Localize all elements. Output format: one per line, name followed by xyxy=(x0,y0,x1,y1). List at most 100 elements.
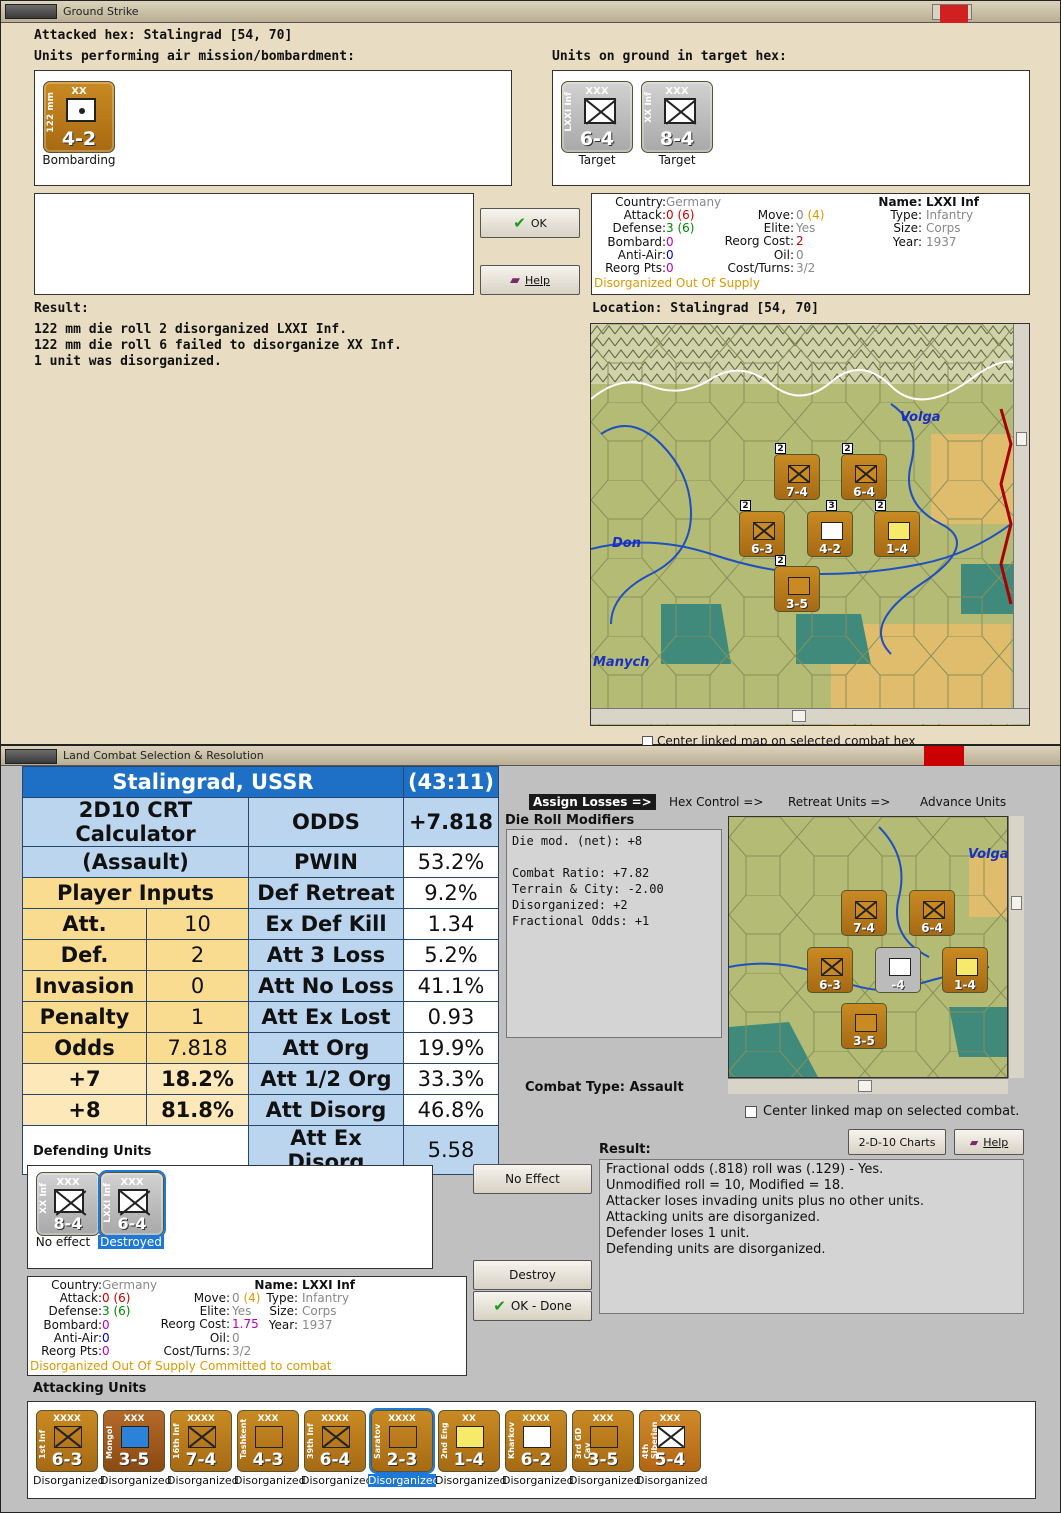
checkmark-icon: ✔ xyxy=(493,1297,506,1315)
map-unit-target[interactable]: -4 xyxy=(875,947,921,993)
ground-strike-titlebar[interactable]: Ground Strike xyxy=(1,1,1060,23)
map-unit[interactable]: 6-4 xyxy=(909,890,955,936)
year-label: Year: xyxy=(892,234,922,249)
tab-advance-units[interactable]: Advance Units xyxy=(920,795,1006,809)
tab-retreat-units[interactable]: Retreat Units => xyxy=(788,795,890,809)
unit-strength: 6-3 xyxy=(819,978,841,992)
result-line: 1 unit was disorganized. xyxy=(34,354,222,369)
defender-counter-2[interactable]: XXX LXXI Inf 6-4 xyxy=(98,1170,166,1238)
crt-value: 41.1% xyxy=(402,970,500,1002)
scroll-thumb[interactable] xyxy=(792,710,806,722)
map-unit[interactable]: 3-5 xyxy=(841,1003,887,1049)
scroll-thumb[interactable] xyxy=(858,1080,872,1092)
unit-strength: 7-4 xyxy=(853,921,875,935)
defending-units-panel: XXX XX Inf 8-4 No effect XXX LXXI Inf 6-… xyxy=(27,1165,433,1269)
tab-hex-control[interactable]: Hex Control => xyxy=(669,795,763,809)
combat-map-hscroll[interactable] xyxy=(728,1078,1008,1094)
map-unit[interactable]: 2 3-5 xyxy=(774,555,820,612)
attacker-counter[interactable]: XXXX 16th Inf 7-4 xyxy=(170,1410,232,1472)
window-grip[interactable] xyxy=(5,4,57,19)
charts-button[interactable]: 2-D-10 Charts xyxy=(848,1129,946,1155)
map-unit[interactable]: 2 6-4 xyxy=(841,443,887,500)
air-unit-counter[interactable]: XX 122 mm 4-2 xyxy=(43,81,115,153)
attacker-counter[interactable]: XXX Mongol 3-5 xyxy=(103,1410,165,1472)
attacker-counter[interactable]: XXX 4th Siberian 5-4 xyxy=(639,1410,701,1472)
map-unit[interactable]: 7-4 xyxy=(841,890,887,936)
charts-label: 2-D-10 Charts xyxy=(858,1135,936,1149)
map-horizontal-scrollbar[interactable] xyxy=(591,708,1029,724)
unit-strength: 6-4 xyxy=(921,921,943,935)
destroy-button[interactable]: Destroy xyxy=(473,1260,592,1290)
artillery-symbol-icon xyxy=(66,98,96,122)
defender-caption-2: Destroyed xyxy=(98,1235,164,1249)
help-button[interactable]: ▰ Help xyxy=(954,1129,1024,1155)
infantry-symbol-icon xyxy=(923,901,945,919)
mechanized-symbol-icon xyxy=(389,1426,417,1448)
result-line: 122 mm die roll 2 disorganized LXXI Inf. xyxy=(34,322,348,337)
window-grip[interactable] xyxy=(5,749,57,764)
destroy-label: Destroy xyxy=(509,1268,556,1282)
book-icon: ▰ xyxy=(969,1135,979,1149)
defender-counter-1[interactable]: XXX XX Inf 8-4 xyxy=(36,1172,100,1236)
result-line: 122 mm die roll 6 failed to disorganize … xyxy=(34,338,402,353)
attacker-caption: Disorganized xyxy=(33,1474,105,1487)
cavalry-symbol-icon xyxy=(590,1426,618,1448)
die-roll-line: Disorganized: +2 xyxy=(512,898,628,912)
map-unit[interactable]: 2 7-4 xyxy=(774,443,820,500)
land-combat-titlebar[interactable]: Land Combat Selection & Resolution xyxy=(1,746,1060,766)
checkbox[interactable] xyxy=(745,1105,757,1118)
map-unit[interactable]: 2 1-4 xyxy=(874,500,920,557)
unit-strength: 1-4 xyxy=(453,1450,485,1470)
crt-input-value[interactable]: 10 xyxy=(146,908,249,940)
tab-assign-losses[interactable]: Assign Losses => xyxy=(529,794,656,810)
status-text: Disorganized Out Of Supply xyxy=(594,276,760,290)
map-unit[interactable]: 6-3 xyxy=(807,947,853,993)
crt-calc-title: 2D10 CRT Calculator xyxy=(22,797,249,847)
attacker-counter[interactable]: XXXX 1st Inf 6-3 xyxy=(36,1410,98,1472)
attacker-counter[interactable]: XXX 3rd GD Cav 3-5 xyxy=(572,1410,634,1472)
crt-input-value[interactable]: 0 xyxy=(146,970,249,1002)
crt-input-value: 18.2% xyxy=(146,1063,249,1095)
combat-map[interactable]: Volga 7-4 6-4 6-3 -4 1-4 3-5 xyxy=(728,816,1008,1078)
scroll-thumb[interactable] xyxy=(1016,432,1027,446)
map-vertical-scrollbar[interactable] xyxy=(1013,324,1029,709)
engineer-symbol-icon xyxy=(956,958,978,976)
no-effect-button[interactable]: No Effect xyxy=(473,1164,592,1194)
attacker-counter[interactable]: XX 2nd Eng 1-4 xyxy=(438,1410,500,1472)
map-unit-selected[interactable]: 3 4-2 xyxy=(807,500,853,557)
crt-player-inputs: Player Inputs xyxy=(22,877,249,909)
unit-strength: 4-2 xyxy=(61,128,97,150)
attacker-counter[interactable]: XXXX 39th Inf 6-4 xyxy=(304,1410,366,1472)
die-roll-line: Fractional Odds: +1 xyxy=(512,914,650,928)
combat-map-vscroll[interactable] xyxy=(1008,816,1024,1078)
center-linked-option[interactable]: Center linked map on selected combat. xyxy=(745,1104,1019,1119)
result-line: Attacking units are disorganized. xyxy=(606,1210,820,1225)
crt-input-value[interactable]: 1 xyxy=(146,1001,249,1033)
attacker-counter[interactable]: XXXX Kharkov 6-2 xyxy=(505,1410,567,1472)
attacker-counter[interactable]: XXX Tashkent 4-3 xyxy=(237,1410,299,1472)
oil-value: 0 xyxy=(232,1330,240,1345)
attacker-counter[interactable]: XXXX Saratov 2-3 xyxy=(369,1408,435,1474)
ok-button[interactable]: ✔ OK xyxy=(480,208,580,238)
crt-label: ODDS xyxy=(248,797,404,847)
crt-value: 9.2% xyxy=(402,877,500,909)
cavalry-symbol-icon xyxy=(855,1014,877,1032)
size-label: Size: xyxy=(893,221,922,236)
crt-input-value[interactable]: 2 xyxy=(146,939,249,971)
unit-badge: 2 xyxy=(775,443,786,454)
scroll-thumb[interactable] xyxy=(1011,896,1022,910)
target-counter-1[interactable]: XXX LXXI Inf 6-4 xyxy=(561,81,633,153)
map-unit[interactable]: 2 6-3 xyxy=(739,500,785,557)
die-roll-title: Die Roll Modifiers xyxy=(505,813,635,828)
bombard-label: Bombard: xyxy=(607,234,666,249)
attack-value: 0 xyxy=(666,208,674,223)
ok-done-button[interactable]: ✔ OK - Done xyxy=(473,1291,592,1321)
ok-done-label: OK - Done xyxy=(510,1299,572,1313)
map-unit[interactable]: 1-4 xyxy=(942,947,988,993)
help-button[interactable]: ▰ Help xyxy=(480,265,580,295)
target-counter-2[interactable]: XXX XX Inf 8-4 xyxy=(641,81,713,153)
crt-label: Att 1/2 Org xyxy=(248,1063,404,1095)
crt-label: Def Retreat xyxy=(248,877,404,909)
unit-name: 122 mm xyxy=(46,92,56,133)
strategic-map[interactable]: Volga Don Manych 2 7-4 2 6-4 2 6-3 3 4-2 2 1-… xyxy=(590,323,1030,726)
